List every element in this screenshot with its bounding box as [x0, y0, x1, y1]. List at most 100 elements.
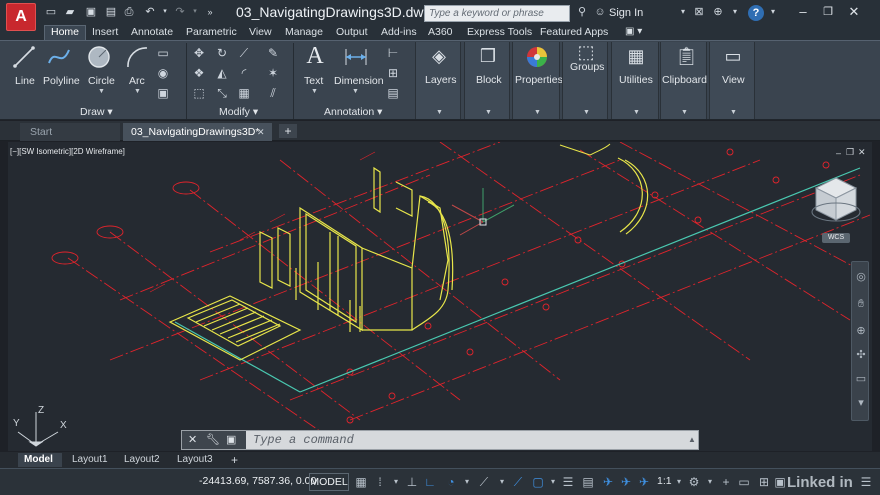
- object-snap-tracking-icon[interactable]: ⟋: [510, 474, 526, 490]
- help-dropdown-icon[interactable]: ▾: [766, 5, 780, 19]
- leader-icon[interactable]: ⊢: [385, 46, 401, 60]
- dimension-dropdown-icon[interactable]: ▼: [352, 88, 359, 95]
- quick-properties-icon[interactable]: ⊞: [756, 474, 772, 490]
- zoom-extents-icon[interactable]: ⊕: [854, 324, 868, 338]
- help-icon[interactable]: ?: [748, 5, 764, 21]
- coordinates-readout[interactable]: -24413.69, 7587.36, 0.00: [199, 475, 316, 487]
- markup-icon[interactable]: ▤: [385, 86, 401, 100]
- groups-dropdown-icon[interactable]: ▼: [583, 109, 590, 116]
- save-as-icon[interactable]: ▤: [104, 5, 118, 19]
- fillet-icon[interactable]: ◜: [236, 66, 252, 80]
- circle-dropdown-icon[interactable]: ▼: [98, 88, 105, 95]
- table-icon[interactable]: ⊞: [385, 66, 401, 80]
- drawing-viewport[interactable]: [8, 142, 872, 451]
- erase-icon[interactable]: ✎: [265, 46, 281, 60]
- steering-wheel-icon[interactable]: ◎: [854, 270, 868, 284]
- arc-icon[interactable]: [125, 45, 149, 69]
- customization-menu-icon[interactable]: ☰: [858, 474, 874, 490]
- new-file-icon[interactable]: ▭: [44, 5, 58, 19]
- close-command-line-icon[interactable]: ✕: [188, 433, 197, 446]
- snap-icon[interactable]: ⁞: [372, 474, 388, 490]
- model-space-button[interactable]: MODEL: [309, 473, 349, 491]
- annotation-scale-value[interactable]: 1:1: [657, 475, 672, 487]
- scale-icon[interactable]: ⤡: [214, 86, 230, 100]
- region-icon[interactable]: ▣: [155, 86, 171, 100]
- showmotion-icon[interactable]: ▭: [854, 372, 868, 386]
- command-input[interactable]: Type a command: [253, 433, 354, 447]
- mirror-icon[interactable]: ◭: [214, 66, 230, 80]
- text-dropdown-icon[interactable]: ▼: [311, 88, 318, 95]
- layout-tab-layout3[interactable]: Layout3: [171, 453, 219, 467]
- minimize-icon[interactable]: –: [795, 4, 811, 20]
- array-icon[interactable]: ▦: [236, 86, 252, 100]
- restore-icon[interactable]: ❐: [820, 4, 836, 20]
- groups-panel[interactable]: ⬚ Groups ▼: [562, 42, 608, 119]
- viewport-restore-icon[interactable]: ❐: [846, 147, 854, 158]
- dimension-button-label[interactable]: Dimension: [334, 75, 384, 87]
- explode-icon[interactable]: ✶: [265, 66, 281, 80]
- hardware-acceleration-icon[interactable]: ▣: [772, 474, 788, 490]
- isodraft-dropdown-icon[interactable]: ▾: [494, 474, 510, 490]
- wcs-menu[interactable]: WCS: [822, 233, 850, 243]
- layout-tab-model[interactable]: Model: [18, 453, 62, 467]
- text-icon[interactable]: A: [302, 43, 328, 69]
- new-tab-plus-icon[interactable]: +: [279, 124, 297, 138]
- user-icon[interactable]: ☺: [593, 5, 607, 19]
- text-button-label[interactable]: Text: [304, 75, 323, 87]
- viewport-controls-label[interactable]: [−][SW Isometric][2D Wireframe]: [10, 147, 125, 156]
- application-menu-button[interactable]: A: [6, 3, 36, 31]
- polar-tracking-icon[interactable]: ◔: [443, 474, 459, 490]
- units-icon[interactable]: ▭: [736, 474, 752, 490]
- layout-tab-layout1[interactable]: Layout1: [66, 453, 114, 467]
- rotate-icon[interactable]: ↻: [214, 46, 230, 60]
- tab-annotate[interactable]: Annotate: [131, 26, 173, 40]
- stretch-icon[interactable]: ⬚: [191, 86, 207, 100]
- tab-featured-apps[interactable]: Featured Apps: [540, 26, 608, 40]
- connect-icon[interactable]: ⊕: [711, 5, 725, 19]
- offset-icon[interactable]: ⫽: [265, 86, 281, 100]
- tab-a360[interactable]: A360: [428, 26, 453, 40]
- annotation-visibility-icon[interactable]: ✈︎: [600, 474, 616, 490]
- open-file-icon[interactable]: ▰: [63, 5, 77, 19]
- annotation-monitor-plus-icon[interactable]: +: [718, 474, 734, 490]
- layers-panel[interactable]: ◈ Layers ▼: [415, 42, 461, 119]
- layers-dropdown-icon[interactable]: ▼: [436, 109, 443, 116]
- undo-icon[interactable]: ↶: [143, 5, 157, 19]
- ribbon-toggle-icon[interactable]: ▣ ▾: [625, 26, 642, 40]
- recent-commands-icon[interactable]: ▣: [226, 433, 236, 446]
- isodraft-icon[interactable]: ⟋: [476, 474, 492, 490]
- arc-dropdown-icon[interactable]: ▼: [134, 88, 141, 95]
- auto-scale-icon[interactable]: ✈︎: [618, 474, 634, 490]
- redo-icon[interactable]: ↷: [173, 5, 187, 19]
- workspace-gear-icon[interactable]: ⚙: [686, 474, 702, 490]
- undo-dropdown-icon[interactable]: ▾: [158, 5, 172, 19]
- line-icon[interactable]: [12, 45, 36, 69]
- annotation-panel-title[interactable]: Annotation ▾: [324, 106, 382, 118]
- tab-view[interactable]: View: [249, 26, 272, 40]
- modify-panel-title[interactable]: Modify ▾: [219, 106, 258, 118]
- scale-dropdown-icon[interactable]: ▾: [671, 474, 687, 490]
- polyline-button-label[interactable]: Polyline: [43, 75, 80, 87]
- utilities-dropdown-icon[interactable]: ▼: [633, 109, 640, 116]
- qat-overflow-icon[interactable]: »: [203, 5, 217, 19]
- navbar-menu-icon[interactable]: ▾: [854, 396, 868, 410]
- snap-dropdown-icon[interactable]: ▾: [388, 474, 404, 490]
- layout-tab-layout2[interactable]: Layout2: [118, 453, 166, 467]
- save-icon[interactable]: ▣: [84, 5, 98, 19]
- hatch-icon[interactable]: ◉: [155, 66, 171, 80]
- polar-dropdown-icon[interactable]: ▾: [459, 474, 475, 490]
- clipboard-dropdown-icon[interactable]: ▼: [681, 109, 688, 116]
- line-button-label[interactable]: Line: [15, 75, 35, 87]
- command-history-toggle-icon[interactable]: ▲: [688, 435, 696, 444]
- properties-panel[interactable]: Properties ▼: [512, 42, 563, 119]
- viewcube[interactable]: [810, 174, 862, 226]
- move-icon[interactable]: ✥: [191, 46, 207, 60]
- workspace-dropdown-icon[interactable]: ▾: [702, 474, 718, 490]
- binoculars-search-icon[interactable]: ⚲: [575, 5, 589, 19]
- view-panel[interactable]: ▭ View ▼: [709, 42, 755, 119]
- sign-in-dropdown-icon[interactable]: ▾: [676, 5, 690, 19]
- ortho-icon[interactable]: ∟: [422, 474, 438, 490]
- infer-constraints-icon[interactable]: ⊥: [404, 474, 420, 490]
- utilities-panel[interactable]: ▦ Utilities ▼: [611, 42, 659, 119]
- tab-parametric[interactable]: Parametric: [186, 26, 237, 40]
